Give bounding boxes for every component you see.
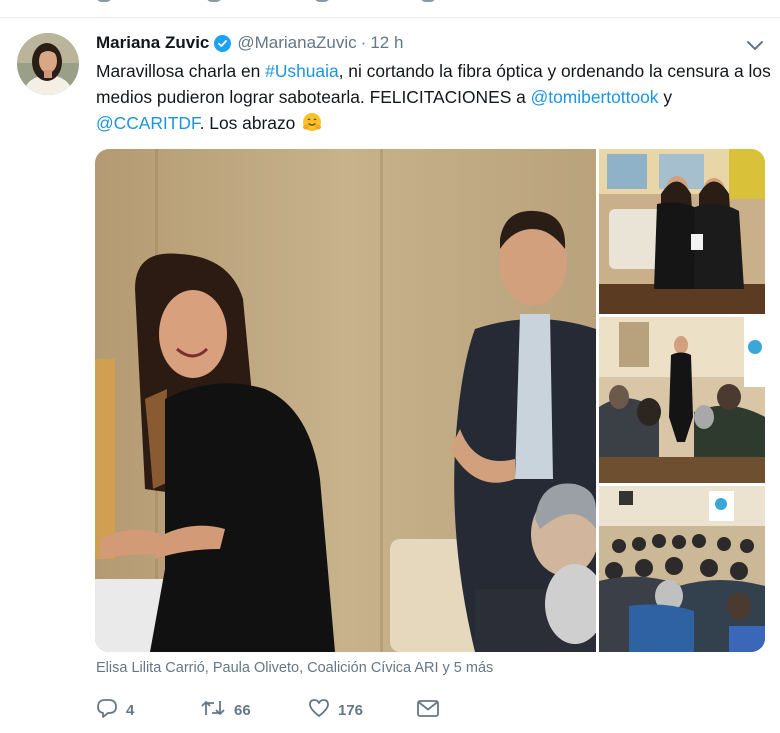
photo-crowd[interactable] [599, 486, 765, 652]
avatar[interactable] [17, 33, 79, 95]
chevron-down-icon[interactable] [746, 39, 764, 51]
tweet-text: Maravillosa charla en #Ushuaia, ni corta… [96, 58, 772, 136]
reply-icon [96, 697, 118, 724]
mention-link[interactable]: @CCARITDF [96, 113, 200, 133]
photo-two-women[interactable] [599, 149, 765, 314]
reply-icon[interactable] [96, 0, 112, 2]
heart-icon [308, 697, 330, 724]
envelope-icon [416, 697, 440, 724]
hashtag-link[interactable]: #Ushuaia [265, 61, 338, 81]
tweet-text-part: y [658, 87, 673, 107]
reply-button[interactable]: 4 [96, 698, 134, 722]
retweet-count: 66 [234, 701, 251, 719]
tweet-text-part: Maravillosa charla en [96, 61, 266, 81]
tweet-text-part: . Los abrazo [199, 113, 296, 133]
like-button[interactable]: 176 [308, 698, 363, 722]
author-name[interactable]: Mariana Zuvic [96, 33, 209, 53]
author-handle[interactable]: @MarianaZuvic [237, 33, 356, 53]
retweet-icon [200, 697, 226, 724]
verified-badge-icon [214, 34, 232, 52]
mention-link[interactable]: @tomibertottook [531, 87, 659, 107]
timestamp[interactable]: 12 h [370, 33, 403, 53]
envelope-icon[interactable] [420, 0, 436, 2]
photo-speaker-audience[interactable] [599, 317, 765, 483]
tweet-header: Mariana Zuvic @MarianaZuvic · 12 h [96, 32, 403, 54]
hugging-face-emoji [302, 112, 322, 132]
heart-icon[interactable] [314, 0, 330, 2]
separator: · [360, 33, 367, 52]
retweet-icon[interactable] [206, 0, 222, 2]
photo-grid[interactable] [95, 149, 765, 652]
like-count: 176 [338, 701, 364, 719]
direct-message-button[interactable] [416, 698, 440, 722]
reply-count: 4 [126, 701, 135, 719]
previous-tweet-actions [96, 0, 456, 6]
retweet-button[interactable]: 66 [200, 698, 251, 722]
photo-main[interactable] [95, 149, 596, 652]
tagged-people[interactable]: Elisa Lilita Carrió, Paula Oliveto, Coal… [96, 660, 493, 676]
tweet-divider [0, 17, 780, 18]
tweet-actions: 4 66 176 [96, 698, 516, 722]
